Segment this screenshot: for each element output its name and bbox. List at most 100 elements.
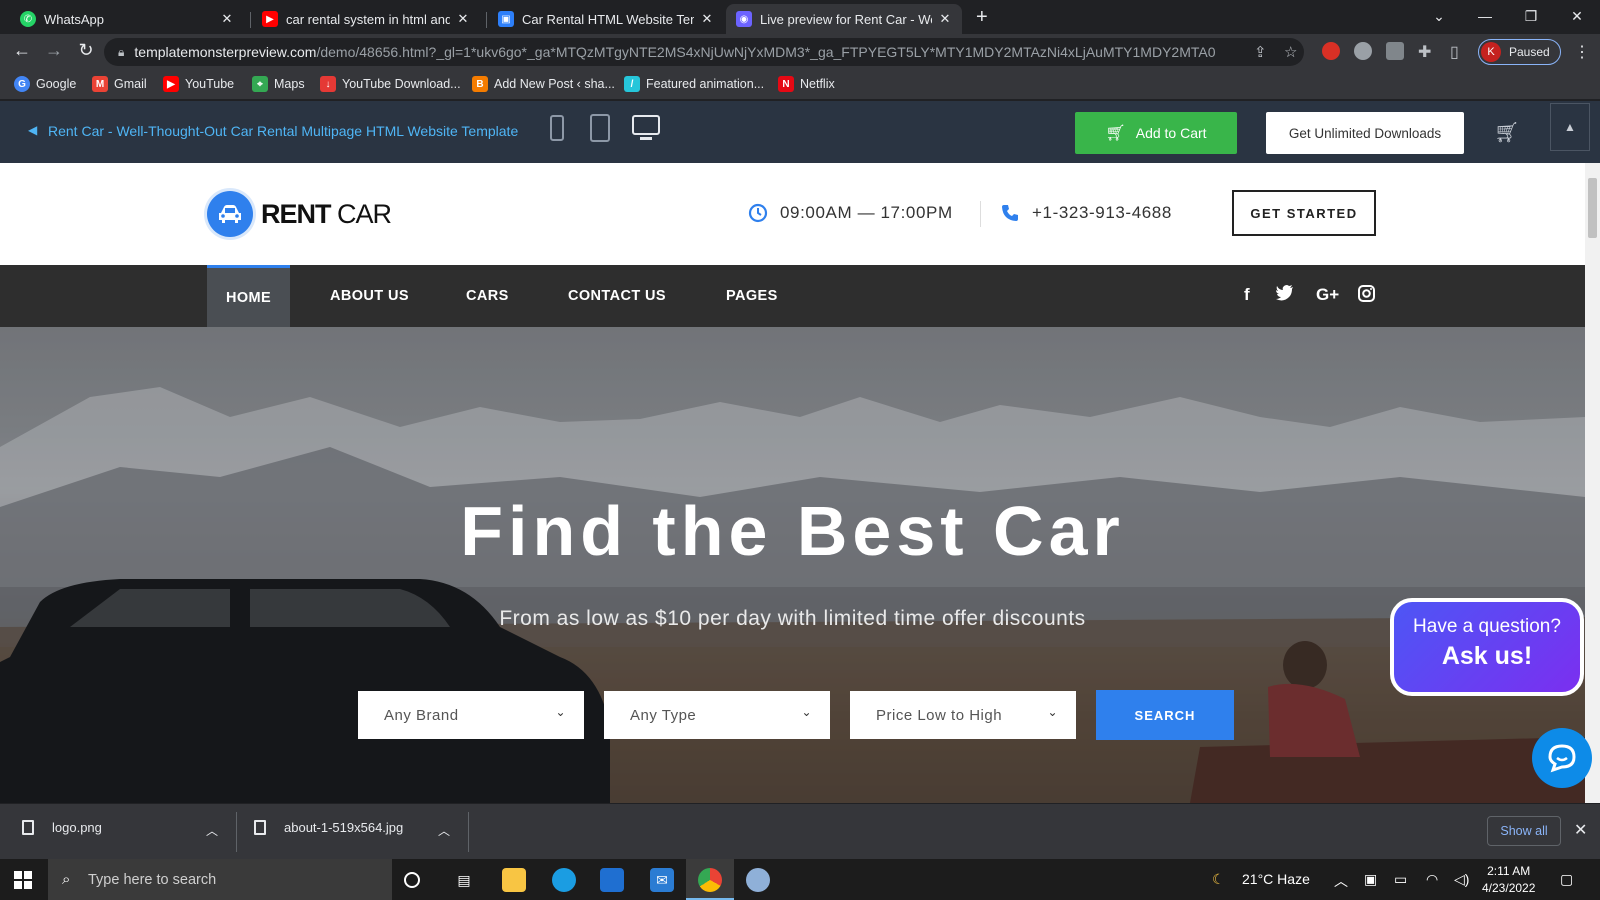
tablet-view-icon[interactable]: [590, 114, 610, 142]
windows-start-icon[interactable]: [14, 871, 32, 889]
caret-left-icon[interactable]: ◀: [28, 123, 37, 137]
bookmark-star-icon[interactable]: ☆: [1284, 43, 1297, 61]
profile-button[interactable]: K Paused: [1478, 39, 1561, 65]
extension-globe-icon[interactable]: [1354, 42, 1372, 60]
bookmark-youtube-download[interactable]: ↓ YouTube Download...: [320, 76, 461, 92]
tab-search-chevron-icon[interactable]: ⌄: [1416, 4, 1462, 28]
cart-icon[interactable]: 🛒︎: [1494, 120, 1519, 145]
tab-live-preview[interactable]: ◉ Live preview for Rent Car - Well-T ✕: [726, 4, 962, 34]
close-icon[interactable]: ✕: [938, 11, 952, 27]
nav-cars[interactable]: CARS: [466, 265, 509, 327]
template-title-link[interactable]: Rent Car - Well-Thought-Out Car Rental M…: [48, 123, 518, 139]
bookmark-youtube[interactable]: ▶ YouTube: [163, 76, 234, 92]
nav-contact-us[interactable]: CONTACT US: [568, 265, 666, 327]
minimize-icon[interactable]: —: [1462, 4, 1508, 28]
side-panel-icon[interactable]: ▯: [1450, 42, 1459, 62]
bookmark-add-new-post[interactable]: B Add New Post ‹ sha...: [472, 76, 615, 92]
type-select[interactable]: Any Type ⌄: [604, 691, 830, 739]
nav-about-us[interactable]: ABOUT US: [330, 265, 409, 327]
chat-launcher-icon[interactable]: [1532, 728, 1592, 788]
collapse-up-icon[interactable]: ▲: [1550, 103, 1590, 151]
cortana-icon[interactable]: [404, 872, 420, 888]
window-close-icon[interactable]: ✕: [1554, 4, 1600, 28]
bookmark-gmail[interactable]: M Gmail: [92, 76, 147, 92]
taskbar-search[interactable]: ⌕ Type here to search: [48, 859, 392, 900]
system-clock[interactable]: 2:11 AM 4/23/2022: [1482, 863, 1535, 897]
bookmark-label: Add New Post ‹ sha...: [494, 77, 615, 91]
unlimited-downloads-button[interactable]: Get Unlimited Downloads: [1266, 112, 1464, 154]
tab-template[interactable]: ▣ Car Rental HTML Website Templa ✕: [488, 4, 724, 34]
address-bar[interactable]: 🔒︎ templatemonsterpreview.com /demo/4865…: [104, 38, 1304, 66]
close-icon[interactable]: ✕: [220, 11, 234, 27]
car-logo-icon[interactable]: [207, 191, 253, 237]
tab-youtube-search[interactable]: ▶ car rental system in html and css ✕: [252, 4, 480, 34]
close-icon[interactable]: ✕: [700, 11, 714, 27]
bookmark-label: YouTube Download...: [342, 77, 461, 91]
download-item-about[interactable]: about-1-519x564.jpg: [254, 820, 403, 835]
close-icon[interactable]: ✕: [1574, 820, 1587, 840]
download-item-logo[interactable]: logo.png: [22, 820, 102, 835]
weather-text[interactable]: 21°C Haze: [1242, 871, 1310, 887]
notifications-icon[interactable]: ▢: [1560, 871, 1573, 888]
brand-logo[interactable]: RENT CAR: [261, 199, 392, 230]
close-icon[interactable]: ✕: [456, 11, 470, 27]
weather-moon-icon: ☾: [1212, 871, 1225, 887]
google-plus-icon[interactable]: G+: [1316, 285, 1339, 305]
facebook-icon[interactable]: f: [1244, 285, 1250, 305]
avatar: K: [1481, 42, 1501, 62]
bookmark-featured-animation[interactable]: / Featured animation...: [624, 76, 764, 92]
brand-light: CAR: [330, 199, 392, 229]
meet-icon[interactable]: ▣: [1364, 871, 1377, 888]
back-arrow-icon[interactable]: ←: [10, 40, 34, 61]
profile-status: Paused: [1509, 45, 1550, 59]
add-to-cart-button[interactable]: 🛒︎ Add to Cart: [1075, 112, 1237, 154]
tray-chevron-icon[interactable]: ︿: [1334, 871, 1348, 891]
clock-time: 2:11 AM: [1487, 864, 1531, 878]
task-view-icon[interactable]: ▤: [452, 868, 476, 892]
bookmark-netflix[interactable]: N Netflix: [778, 76, 835, 92]
wifi-icon[interactable]: ◠: [1426, 871, 1438, 888]
reload-icon[interactable]: ↻: [74, 40, 98, 61]
bookmark-maps[interactable]: ⌖ Maps: [252, 76, 305, 92]
mobile-view-icon[interactable]: [550, 115, 564, 141]
scrollbar-thumb[interactable]: [1588, 178, 1597, 238]
show-all-button[interactable]: Show all: [1487, 816, 1561, 846]
desktop-view-icon[interactable]: [632, 115, 660, 135]
search-button[interactable]: SEARCH: [1096, 690, 1234, 740]
paint-icon[interactable]: [746, 868, 770, 892]
header-divider: [980, 201, 981, 227]
page-scrollbar[interactable]: [1585, 163, 1600, 803]
tab-divider: [486, 12, 487, 28]
chevron-up-icon[interactable]: ︿: [206, 822, 218, 839]
price-sort-select[interactable]: Price Low to High ⌄: [850, 691, 1076, 739]
extension-adblock-icon[interactable]: [1322, 42, 1340, 60]
get-started-button[interactable]: GET STARTED: [1232, 190, 1376, 236]
new-tab-icon[interactable]: +: [976, 6, 988, 29]
restore-icon[interactable]: ❐: [1508, 4, 1554, 28]
store-icon[interactable]: [600, 868, 624, 892]
menu-kebab-icon[interactable]: ⋮: [1574, 42, 1590, 62]
nav-pages[interactable]: PAGES: [726, 265, 778, 327]
extensions-puzzle-icon[interactable]: ✚: [1418, 42, 1431, 62]
file-explorer-icon[interactable]: [502, 868, 526, 892]
forward-arrow-icon[interactable]: →: [42, 40, 66, 61]
mail-icon[interactable]: ✉: [650, 868, 674, 892]
bookmark-google[interactable]: G Google: [14, 76, 76, 92]
twitter-icon[interactable]: [1276, 285, 1294, 306]
download-filename: logo.png: [52, 820, 102, 835]
instagram-icon[interactable]: [1358, 285, 1375, 307]
edge-icon[interactable]: [552, 868, 576, 892]
extension-cloud-icon[interactable]: [1386, 42, 1404, 60]
share-icon[interactable]: ⇪: [1254, 43, 1267, 61]
brand-select[interactable]: Any Brand ⌄: [358, 691, 584, 739]
tab-whatsapp[interactable]: ✆ WhatsApp ✕: [10, 4, 244, 34]
add-to-cart-label: Add to Cart: [1135, 125, 1207, 141]
phone-number[interactable]: +1-323-913-4688: [1000, 203, 1172, 223]
gmail-icon: M: [92, 76, 108, 92]
chrome-icon[interactable]: [698, 868, 722, 892]
nav-home[interactable]: HOME: [207, 265, 291, 327]
chevron-up-icon[interactable]: ︿: [438, 822, 450, 839]
battery-icon[interactable]: ▭: [1394, 871, 1407, 888]
chat-prompt-bubble[interactable]: Have a question? Ask us!: [1390, 598, 1584, 696]
volume-icon[interactable]: ◁): [1454, 871, 1469, 888]
